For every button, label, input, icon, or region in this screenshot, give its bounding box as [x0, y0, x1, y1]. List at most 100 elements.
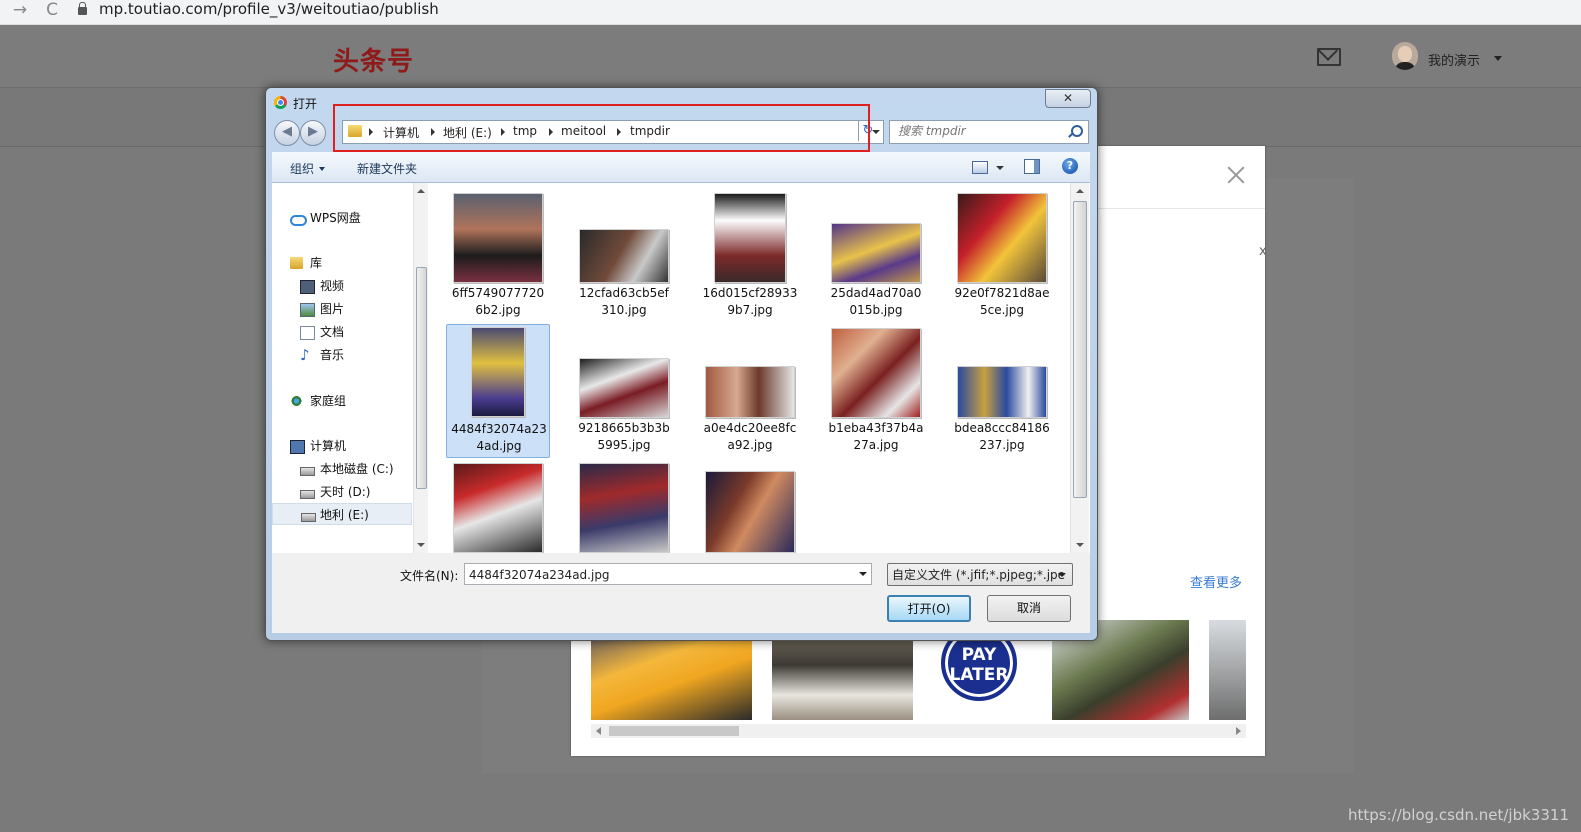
search-box[interactable]: [889, 120, 1089, 144]
chevron-down-icon[interactable]: [1494, 56, 1502, 61]
file-thumbnail: [705, 471, 795, 553]
avatar[interactable]: [1392, 42, 1418, 70]
back-button[interactable]: ◀: [274, 120, 300, 146]
file-item[interactable]: bdea8ccc84186237.jpg: [950, 324, 1054, 458]
file-name: 92e0f7821d8ae5ce.jpg: [954, 286, 1050, 317]
file-list-scrollbar[interactable]: [1070, 183, 1089, 553]
forward-arrow-icon[interactable]: →: [8, 0, 32, 22]
computer-icon: [290, 440, 305, 454]
scroll-up-icon[interactable]: [1076, 189, 1084, 193]
sidebar-item-pictures[interactable]: 图片: [272, 298, 412, 320]
sidebar-item-wps[interactable]: WPS网盘: [272, 207, 412, 229]
see-more-link[interactable]: 查看更多: [1190, 572, 1242, 591]
user-name[interactable]: 我的演示: [1428, 50, 1480, 69]
scrollbar-thumb[interactable]: [1073, 201, 1087, 498]
thumbnail[interactable]: [1209, 620, 1246, 720]
file-item[interactable]: [572, 459, 676, 553]
watermark: https://blog.csdn.net/jbk3311: [1347, 806, 1569, 824]
mail-icon[interactable]: [1317, 48, 1341, 66]
lock-icon: [78, 2, 87, 15]
close-button[interactable]: ✕: [1045, 89, 1091, 108]
sidebar-item-label: 文档: [320, 325, 345, 339]
organize-label: 组织: [290, 162, 315, 176]
horizontal-scrollbar[interactable]: [591, 724, 1246, 738]
dialog-toolbar: 组织 新建文件夹 ?: [272, 152, 1090, 183]
file-item[interactable]: a0e4dc20ee8fca92.jpg: [698, 324, 802, 458]
file-item[interactable]: [446, 459, 550, 553]
cloud-icon: [290, 215, 307, 226]
reload-icon[interactable]: C: [40, 0, 64, 22]
help-icon[interactable]: ?: [1062, 158, 1078, 174]
open-file-dialog: 打开 ✕ ◀ ▶ 计算机 地利 (E:) tmp meitool tmpdir …: [265, 87, 1098, 641]
file-item[interactable]: 6ff57490777206b2.jpg: [446, 189, 550, 323]
sidebar-item-label: 天时 (D:): [320, 485, 371, 499]
sidebar-item-computer[interactable]: 计算机: [272, 435, 412, 457]
scroll-down-icon[interactable]: [1076, 543, 1084, 547]
sidebar-item-label: 家庭组: [310, 394, 347, 408]
forward-button[interactable]: ▶: [300, 120, 326, 146]
drive-icon: [301, 513, 316, 522]
homegroup-icon: [290, 395, 303, 407]
organize-button[interactable]: 组织: [290, 160, 326, 177]
sidebar-item-documents[interactable]: 文档: [272, 321, 412, 343]
browser-address-bar: → C mp.toutiao.com/profile_v3/weitoutiao…: [0, 0, 1581, 25]
sidebar-item-label: 图片: [320, 302, 345, 316]
sidebar-item-drive-c[interactable]: 本地磁盘 (C:): [272, 458, 412, 480]
sidebar-scrollbar[interactable]: [413, 183, 428, 553]
navigation-pane: WPS网盘 库 视频 图片 文档 音乐 家庭组 计算机 本地磁盘 (C:) 天时…: [272, 183, 428, 553]
chevron-down-icon[interactable]: [859, 572, 867, 576]
sidebar-item-label: 视频: [320, 279, 345, 293]
view-mode-icon[interactable]: [972, 161, 988, 174]
preview-pane-icon[interactable]: [1024, 159, 1040, 174]
open-button[interactable]: 打开(O): [887, 595, 971, 622]
file-item[interactable]: 12cfad63cb5ef310.jpg: [572, 189, 676, 323]
file-thumbnail: [453, 463, 543, 553]
file-thumbnail: [831, 328, 921, 418]
chevron-down-icon: [1058, 573, 1066, 577]
sidebar-item-label: 本地磁盘 (C:): [320, 462, 394, 476]
file-name: bdea8ccc84186237.jpg: [954, 421, 1050, 452]
filename-label: 文件名(N):: [400, 569, 459, 583]
file-list: 6ff57490777206b2.jpg 12cfad63cb5ef310.jp…: [435, 183, 1063, 553]
scroll-down-icon[interactable]: [417, 543, 425, 547]
filename-input[interactable]: 4484f32074a234ad.jpg: [464, 563, 872, 585]
scroll-left-icon[interactable]: [596, 727, 601, 735]
file-item[interactable]: 92e0f7821d8ae5ce.jpg: [950, 189, 1054, 323]
sidebar-item-library[interactable]: 库: [272, 252, 412, 274]
sidebar-item-drive-e[interactable]: 地利 (E:): [272, 503, 412, 525]
file-item[interactable]: 25dad4ad70a0015b.jpg: [824, 189, 928, 323]
file-thumbnail: [453, 193, 543, 283]
file-name: a0e4dc20ee8fca92.jpg: [703, 421, 797, 452]
site-logo[interactable]: 头条号: [333, 41, 414, 78]
file-item[interactable]: 16d015cf289339b7.jpg: [698, 189, 802, 323]
filetype-select[interactable]: 自定义文件 (*.jfif;*.pjpeg;*.jpe: [887, 563, 1073, 586]
sidebar-item-video[interactable]: 视频: [272, 275, 412, 297]
file-item[interactable]: 4484f32074a234ad.jpg: [446, 324, 550, 458]
music-icon: [300, 344, 313, 366]
chrome-icon: [274, 96, 287, 109]
dialog-title: 打开: [293, 97, 318, 111]
search-input[interactable]: [890, 121, 1068, 141]
sidebar-item-drive-d[interactable]: 天时 (D:): [272, 481, 412, 503]
url-text: mp.toutiao.com/profile_v3/weitoutiao/pub…: [99, 0, 439, 18]
sidebar-item-label: WPS网盘: [310, 211, 361, 225]
close-icon[interactable]: [1225, 164, 1247, 186]
file-thumbnail: [714, 193, 786, 283]
cancel-button[interactable]: 取消: [987, 595, 1071, 622]
scrollbar-thumb[interactable]: [609, 726, 739, 736]
chevron-down-icon[interactable]: [996, 166, 1004, 170]
picture-icon: [300, 303, 315, 317]
sidebar-item-homegroup[interactable]: 家庭组: [272, 390, 412, 412]
sidebar-item-music[interactable]: 音乐: [272, 344, 412, 366]
file-item[interactable]: b1eba43f37b4a27a.jpg: [824, 324, 928, 458]
scroll-up-icon[interactable]: [417, 189, 425, 193]
new-folder-button[interactable]: 新建文件夹: [357, 160, 417, 177]
url-bar[interactable]: mp.toutiao.com/profile_v3/weitoutiao/pub…: [78, 0, 1478, 20]
scrollbar-thumb[interactable]: [416, 267, 427, 489]
dialog-footer: 文件名(N): 4484f32074a234ad.jpg 自定义文件 (*.jf…: [272, 553, 1090, 633]
dialog-body: WPS网盘 库 视频 图片 文档 音乐 家庭组 计算机 本地磁盘 (C:) 天时…: [272, 183, 1090, 553]
file-item[interactable]: [698, 459, 802, 553]
search-icon[interactable]: [1071, 125, 1083, 137]
file-item[interactable]: 9218665b3b3b5995.jpg: [572, 324, 676, 458]
scroll-right-icon[interactable]: [1236, 727, 1241, 735]
